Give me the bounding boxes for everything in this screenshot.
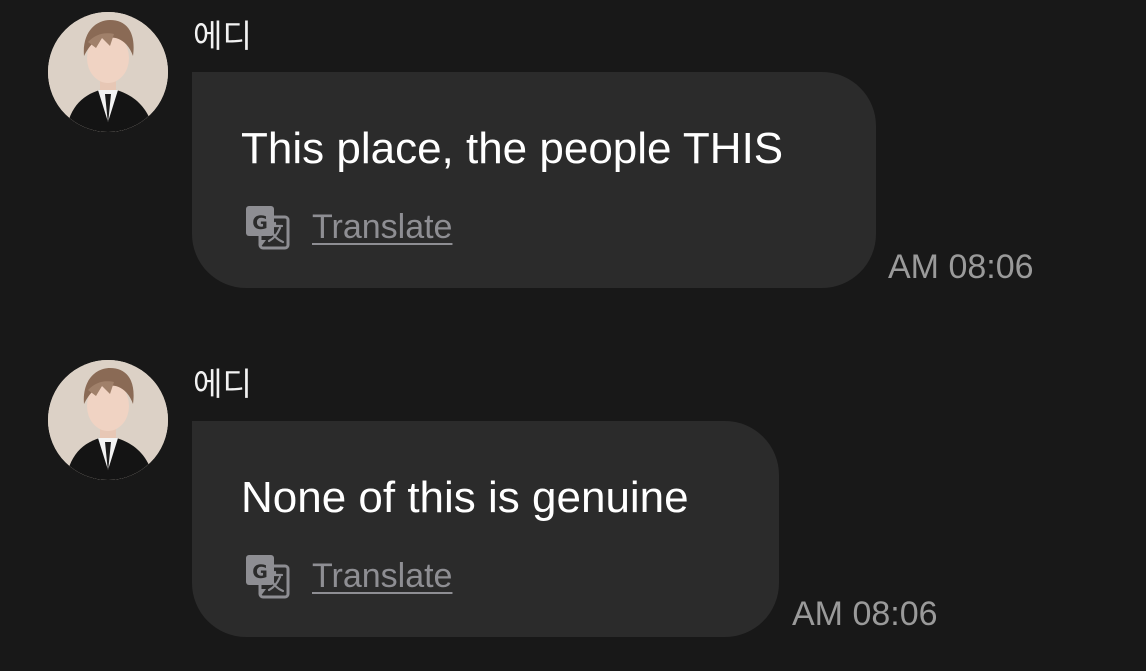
translate-link[interactable]: Translate [312,556,452,596]
svg-text:G: G [252,561,268,583]
translate-row: G Translate [244,204,452,250]
avatar-photo [48,12,168,132]
translate-row: G Translate [244,553,452,599]
timestamp: AM 08:06 [888,248,1034,286]
avatar-photo [48,360,168,480]
message-bubble[interactable]: This place, the people THIS G Translate [192,72,876,288]
sender-name: 에디 [193,365,252,403]
timestamp: AM 08:06 [792,595,938,633]
message-text: None of this is genuine [241,473,689,522]
svg-text:G: G [252,212,268,234]
translate-link[interactable]: Translate [312,207,452,247]
avatar[interactable] [48,360,168,480]
message-1: 에디 This place, the people THIS G Transla… [0,0,1146,300]
avatar[interactable] [48,12,168,132]
message-bubble[interactable]: None of this is genuine G Translate [192,421,779,637]
google-translate-icon[interactable]: G [244,553,290,599]
message-text: This place, the people THIS [241,124,784,173]
sender-name: 에디 [193,17,252,55]
google-translate-icon[interactable]: G [244,204,290,250]
message-2: 에디 None of this is genuine G Translate A… [0,348,1146,648]
